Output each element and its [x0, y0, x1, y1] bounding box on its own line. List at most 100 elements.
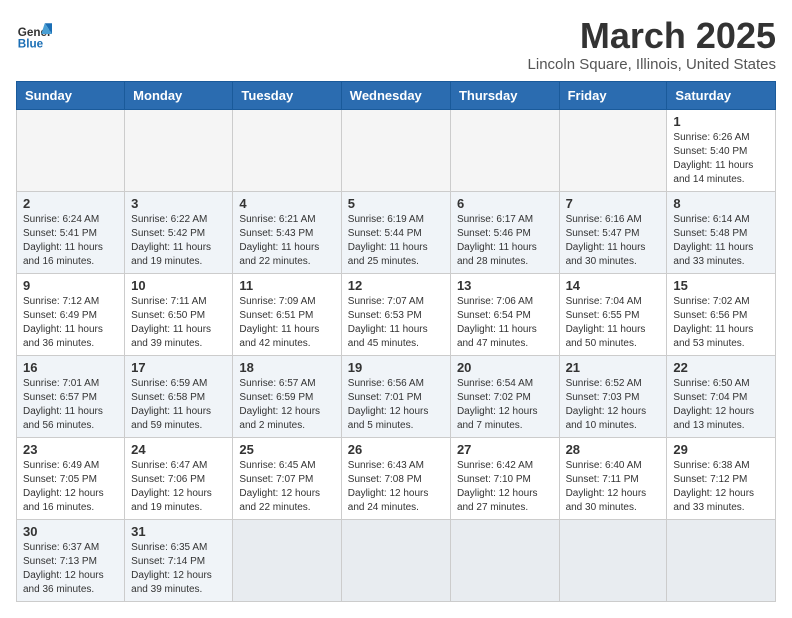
page-header: General Blue March 2025 Lincoln Square, … [16, 16, 776, 73]
weekday-header-row: SundayMondayTuesdayWednesdayThursdayFrid… [17, 81, 776, 109]
calendar-week-row: 30 Sunrise: 6:37 AM Sunset: 7:13 PM Dayli… [17, 519, 776, 601]
calendar-cell: 5 Sunrise: 6:19 AM Sunset: 5:44 PM Daylig… [341, 191, 450, 273]
calendar-cell [559, 519, 667, 601]
day-info: Sunrise: 6:59 AM Sunset: 6:58 PM Dayligh… [131, 377, 226, 433]
calendar-cell: 15Sunrise: 7:02 AM Sunset: 6:56 PM Dayli… [667, 273, 776, 355]
logo: General Blue [16, 16, 52, 52]
day-number: 27 [457, 442, 553, 457]
day-number: 29 [673, 442, 769, 457]
calendar-cell [559, 109, 667, 191]
day-number: 11 [239, 278, 334, 293]
day-info: Sunrise: 6:57 AM Sunset: 6:59 PM Dayligh… [239, 377, 334, 433]
day-number: 9 [23, 278, 118, 293]
day-number: 3 [131, 196, 226, 211]
calendar-week-row: 9 Sunrise: 7:12 AM Sunset: 6:49 PM Daylig… [17, 273, 776, 355]
day-number: 6 [457, 196, 553, 211]
day-number: 21 [566, 360, 661, 375]
calendar-cell: 4 Sunrise: 6:21 AM Sunset: 5:43 PM Daylig… [233, 191, 341, 273]
location-title: Lincoln Square, Illinois, United States [528, 56, 776, 73]
calendar-cell: 24 Sunrise: 6:47 AM Sunset: 7:06 PM Dayli… [125, 437, 233, 519]
calendar-week-row: 1 Sunrise: 6:26 AM Sunset: 5:40 PM Daylig… [17, 109, 776, 191]
calendar-cell: 13Sunrise: 7:06 AM Sunset: 6:54 PM Dayli… [450, 273, 559, 355]
day-info: Sunrise: 6:19 AM Sunset: 5:44 PM Dayligh… [348, 213, 444, 269]
calendar-cell [125, 109, 233, 191]
day-number: 25 [239, 442, 334, 457]
calendar-cell: 18 Sunrise: 6:57 AM Sunset: 6:59 PM Dayli… [233, 355, 341, 437]
day-info: Sunrise: 7:04 AM Sunset: 6:55 PM Dayligh… [566, 295, 661, 351]
weekday-header-sunday: Sunday [17, 81, 125, 109]
calendar-cell [233, 109, 341, 191]
day-info: Sunrise: 7:06 AM Sunset: 6:54 PM Dayligh… [457, 295, 553, 351]
calendar-cell: 7Sunrise: 6:16 AM Sunset: 5:47 PM Daylig… [559, 191, 667, 273]
day-info: Sunrise: 6:47 AM Sunset: 7:06 PM Dayligh… [131, 459, 226, 515]
calendar-cell: 3 Sunrise: 6:22 AM Sunset: 5:42 PM Daylig… [125, 191, 233, 273]
day-info: Sunrise: 7:01 AM Sunset: 6:57 PM Dayligh… [23, 377, 118, 433]
calendar-cell: 30 Sunrise: 6:37 AM Sunset: 7:13 PM Dayli… [17, 519, 125, 601]
calendar-cell [341, 109, 450, 191]
calendar-cell: 14 Sunrise: 7:04 AM Sunset: 6:55 PM Dayli… [559, 273, 667, 355]
day-number: 17 [131, 360, 226, 375]
day-number: 14 [566, 278, 661, 293]
weekday-header-tuesday: Tuesday [233, 81, 341, 109]
calendar-cell: 28 Sunrise: 6:40 AM Sunset: 7:11 PM Dayli… [559, 437, 667, 519]
day-info: Sunrise: 6:22 AM Sunset: 5:42 PM Dayligh… [131, 213, 226, 269]
calendar-cell [17, 109, 125, 191]
day-info: Sunrise: 7:07 AM Sunset: 6:53 PM Dayligh… [348, 295, 444, 351]
day-info: Sunrise: 7:11 AM Sunset: 6:50 PM Dayligh… [131, 295, 226, 351]
day-info: Sunrise: 6:45 AM Sunset: 7:07 PM Dayligh… [239, 459, 334, 515]
weekday-header-saturday: Saturday [667, 81, 776, 109]
calendar-cell: 20 Sunrise: 6:54 AM Sunset: 7:02 PM Dayli… [450, 355, 559, 437]
day-number: 28 [566, 442, 661, 457]
calendar-cell [667, 519, 776, 601]
calendar-cell [341, 519, 450, 601]
calendar-cell: 29 Sunrise: 6:38 AM Sunset: 7:12 PM Dayli… [667, 437, 776, 519]
calendar-cell: 16Sunrise: 7:01 AM Sunset: 6:57 PM Dayli… [17, 355, 125, 437]
day-number: 2 [23, 196, 118, 211]
title-area: March 2025 Lincoln Square, Illinois, Uni… [528, 16, 776, 73]
day-number: 19 [348, 360, 444, 375]
calendar-cell: 19 Sunrise: 6:56 AM Sunset: 7:01 PM Dayli… [341, 355, 450, 437]
day-info: Sunrise: 6:52 AM Sunset: 7:03 PM Dayligh… [566, 377, 661, 433]
day-info: Sunrise: 6:49 AM Sunset: 7:05 PM Dayligh… [23, 459, 118, 515]
day-info: Sunrise: 6:21 AM Sunset: 5:43 PM Dayligh… [239, 213, 334, 269]
calendar-cell: 21 Sunrise: 6:52 AM Sunset: 7:03 PM Dayli… [559, 355, 667, 437]
month-title: March 2025 [528, 16, 776, 56]
day-info: Sunrise: 6:54 AM Sunset: 7:02 PM Dayligh… [457, 377, 553, 433]
day-number: 24 [131, 442, 226, 457]
day-info: Sunrise: 6:38 AM Sunset: 7:12 PM Dayligh… [673, 459, 769, 515]
day-info: Sunrise: 6:40 AM Sunset: 7:11 PM Dayligh… [566, 459, 661, 515]
day-number: 4 [239, 196, 334, 211]
day-info: Sunrise: 6:37 AM Sunset: 7:13 PM Dayligh… [23, 541, 118, 597]
day-number: 20 [457, 360, 553, 375]
weekday-header-wednesday: Wednesday [341, 81, 450, 109]
calendar-cell: 6Sunrise: 6:17 AM Sunset: 5:46 PM Daylig… [450, 191, 559, 273]
day-number: 23 [23, 442, 118, 457]
day-info: Sunrise: 6:14 AM Sunset: 5:48 PM Dayligh… [673, 213, 769, 269]
day-info: Sunrise: 7:12 AM Sunset: 6:49 PM Dayligh… [23, 295, 118, 351]
calendar-cell [450, 519, 559, 601]
day-number: 18 [239, 360, 334, 375]
calendar-cell: 23 Sunrise: 6:49 AM Sunset: 7:05 PM Dayli… [17, 437, 125, 519]
calendar-cell: 17 Sunrise: 6:59 AM Sunset: 6:58 PM Dayli… [125, 355, 233, 437]
calendar-cell: 9 Sunrise: 7:12 AM Sunset: 6:49 PM Daylig… [17, 273, 125, 355]
day-number: 1 [673, 114, 769, 129]
day-number: 30 [23, 524, 118, 539]
day-info: Sunrise: 6:16 AM Sunset: 5:47 PM Dayligh… [566, 213, 661, 269]
day-number: 12 [348, 278, 444, 293]
weekday-header-monday: Monday [125, 81, 233, 109]
day-number: 26 [348, 442, 444, 457]
calendar-cell: 8Sunrise: 6:14 AM Sunset: 5:48 PM Daylig… [667, 191, 776, 273]
day-info: Sunrise: 6:43 AM Sunset: 7:08 PM Dayligh… [348, 459, 444, 515]
calendar-week-row: 2Sunrise: 6:24 AM Sunset: 5:41 PM Daylig… [17, 191, 776, 273]
calendar-table: SundayMondayTuesdayWednesdayThursdayFrid… [16, 81, 776, 602]
day-info: Sunrise: 6:56 AM Sunset: 7:01 PM Dayligh… [348, 377, 444, 433]
calendar-week-row: 16Sunrise: 7:01 AM Sunset: 6:57 PM Dayli… [17, 355, 776, 437]
calendar-week-row: 23 Sunrise: 6:49 AM Sunset: 7:05 PM Dayli… [17, 437, 776, 519]
day-number: 31 [131, 524, 226, 539]
calendar-cell: 11Sunrise: 7:09 AM Sunset: 6:51 PM Dayli… [233, 273, 341, 355]
svg-text:Blue: Blue [18, 38, 44, 51]
calendar-cell: 2Sunrise: 6:24 AM Sunset: 5:41 PM Daylig… [17, 191, 125, 273]
day-number: 5 [348, 196, 444, 211]
day-info: Sunrise: 6:26 AM Sunset: 5:40 PM Dayligh… [673, 131, 769, 187]
day-number: 10 [131, 278, 226, 293]
